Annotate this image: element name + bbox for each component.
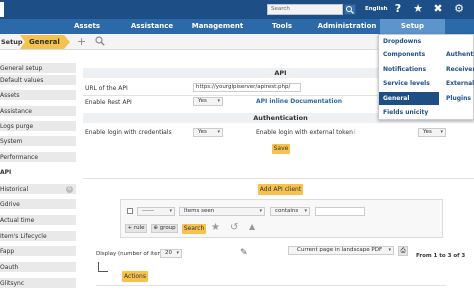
add-api-client-button[interactable]: Add API client: [258, 184, 303, 195]
sidebar-item-label: Assistance: [0, 108, 32, 115]
sidebar-item-assistance[interactable]: Assistance: [0, 106, 76, 117]
search-button[interactable]: [344, 4, 356, 15]
search-input[interactable]: Search: [267, 4, 343, 15]
info-icon[interactable]: i: [162, 129, 164, 136]
sidebar-item-system[interactable]: System: [0, 136, 76, 147]
display-label: Display (number of items): [96, 251, 168, 257]
sidebar-item-lifecycle[interactable]: Item's Lifecycle: [0, 231, 76, 242]
star-icon[interactable]: ★: [211, 222, 220, 233]
star-icon[interactable]: ★: [411, 2, 425, 16]
menu-administration[interactable]: Administration: [317, 19, 377, 34]
search-icon: [346, 6, 354, 14]
url-label: URL of the API: [85, 85, 128, 92]
dropdown-item-components[interactable]: Components: [379, 48, 437, 61]
sidebar-item-api[interactable]: API: [0, 167, 76, 178]
criteria-items-select[interactable]: Items seen: [179, 207, 265, 216]
sidebar-item-fapp[interactable]: Fapp: [0, 246, 76, 257]
gear-icon[interactable]: ⚙: [452, 2, 466, 16]
menu-tools[interactable]: Tools: [265, 19, 299, 34]
sidebar-item-label: Oauth: [0, 264, 19, 271]
add-icon[interactable]: +: [77, 35, 86, 48]
rest-api-label: Enable Rest API: [85, 99, 132, 106]
inline-doc-link[interactable]: API inline Documentation: [256, 98, 342, 105]
search-submit-button[interactable]: Search: [182, 224, 206, 234]
rest-api-select[interactable]: Yes: [193, 97, 223, 106]
sidebar-item-label: Historical: [0, 186, 29, 193]
criteria-operator-select[interactable]: contains: [270, 207, 310, 216]
export-select[interactable]: Current page in landscape PDF: [288, 246, 394, 255]
collapse-icon[interactable]: ▲: [249, 222, 255, 231]
rule-label: rule: [133, 225, 145, 231]
reset-icon[interactable]: ↺: [230, 222, 238, 233]
arrow-icon: [98, 262, 108, 272]
pagination-range: From 1 to 3 of 3: [416, 253, 466, 259]
credentials-select[interactable]: Yes: [193, 128, 223, 137]
search-icon[interactable]: [95, 36, 105, 50]
menu-setup[interactable]: Setup: [380, 19, 445, 34]
export-icon[interactable]: ⎙: [398, 246, 408, 256]
save-button[interactable]: Save: [272, 144, 290, 154]
sidebar-item-label: Actual time: [0, 217, 35, 224]
help-icon[interactable]: ?: [391, 2, 405, 16]
app-logo[interactable]: [0, 2, 4, 17]
dropdown-item-plugins[interactable]: Plugins: [442, 92, 474, 105]
info-icon[interactable]: i: [354, 129, 356, 136]
credentials-label: Enable login with credentials: [85, 129, 172, 136]
sidebar-item-general-setup[interactable]: General setup: [0, 63, 76, 74]
sidebar-item-performance[interactable]: Performance: [0, 152, 76, 163]
language-selector[interactable]: English: [365, 6, 388, 12]
wrench-icon[interactable]: ✎: [240, 248, 248, 258]
url-field[interactable]: https://yourglpiserver/apirest.php/: [193, 83, 301, 92]
dropdown-item-general[interactable]: General: [379, 92, 439, 105]
sidebar-item-label: Logs purge: [0, 123, 34, 130]
sidebar-item-label: API: [0, 169, 12, 176]
criteria-value-input[interactable]: [315, 207, 365, 216]
sidebar-item-default-values[interactable]: Default values: [0, 75, 76, 86]
add-rule-button[interactable]: + rule: [125, 224, 147, 233]
criteria-field-select[interactable]: ------: [137, 207, 175, 216]
sidebar-item-label: Fapp: [0, 248, 15, 255]
sidebar-item-actual-time[interactable]: Actual time: [0, 215, 76, 226]
add-group-button[interactable]: ⊕ group: [151, 224, 178, 233]
select-all-checkbox[interactable]: [127, 208, 133, 214]
per-page-select[interactable]: 20: [160, 249, 182, 258]
tools-icon[interactable]: ✖: [431, 2, 445, 16]
divider: [83, 178, 474, 179]
dropdown-item-service-levels[interactable]: Service levels: [379, 77, 437, 90]
sidebar-item-label: Gdrive: [0, 201, 20, 208]
dropdown-item-receivers[interactable]: Receivers: [442, 63, 474, 76]
sidebar-item-historical[interactable]: Historical 6: [0, 184, 76, 195]
count-badge: 6: [66, 186, 73, 193]
sidebar-item-label: System: [0, 138, 23, 145]
sidebar-item-logs-purge[interactable]: Logs purge: [0, 121, 76, 132]
sidebar-item-glitsync[interactable]: Glitsync: [0, 278, 76, 289]
sidebar-item-label: Item's Lifecycle: [0, 233, 47, 240]
sidebar-item-label: Performance: [0, 154, 39, 161]
breadcrumb-general[interactable]: General: [20, 35, 70, 49]
sidebar-item-gdrive[interactable]: Gdrive: [0, 199, 76, 210]
external-token-label: Enable login with external token: [256, 129, 353, 136]
dropdown-item-authentication[interactable]: Authentic: [442, 48, 474, 61]
breadcrumb-setup[interactable]: Setup: [0, 36, 22, 48]
sidebar-item-assets[interactable]: Assets: [0, 90, 76, 101]
dropdown-item-external-links[interactable]: External l: [442, 77, 474, 90]
menu-assistance[interactable]: Assistance: [126, 19, 178, 34]
sidebar-item-oauth[interactable]: Oauth: [0, 262, 76, 273]
group-label: group: [159, 225, 176, 231]
actions-button[interactable]: Actions: [122, 271, 148, 282]
menu-management[interactable]: Management: [190, 19, 245, 34]
table-header-divider: [96, 285, 446, 286]
sidebar-item-label: Assets: [0, 92, 20, 99]
sidebar-item-label: General setup: [0, 65, 43, 72]
external-token-select[interactable]: Yes: [418, 128, 446, 137]
sidebar-item-label: Default values: [0, 77, 44, 84]
dropdown-item-notifications[interactable]: Notifications: [379, 63, 437, 76]
dropdown-item-dropdowns[interactable]: Dropdowns: [379, 35, 437, 48]
dropdown-item-fields-unicity[interactable]: Fields unicity: [379, 106, 437, 119]
menu-assets[interactable]: Assets: [64, 19, 110, 34]
sidebar-item-label: Glitsync: [0, 280, 25, 287]
